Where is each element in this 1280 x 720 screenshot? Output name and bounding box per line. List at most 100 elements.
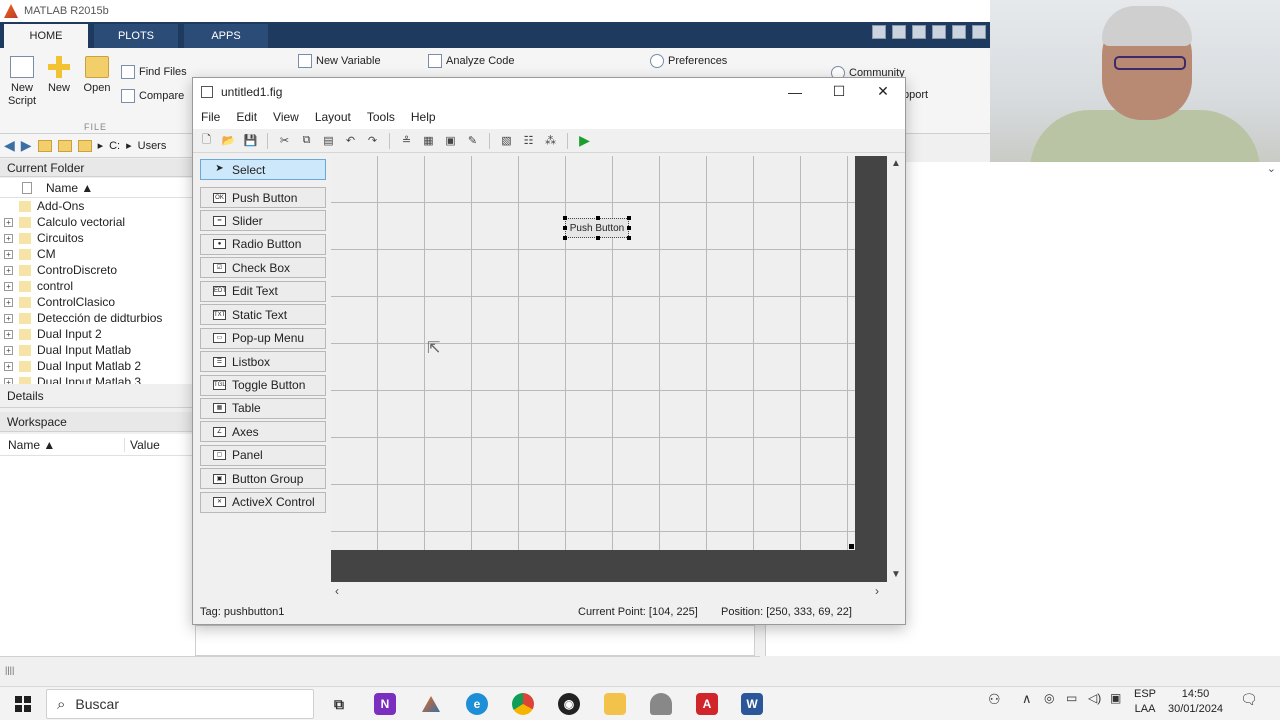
find-files-button[interactable]: Find Files — [121, 65, 187, 79]
scroll-left-icon[interactable]: ‹ — [335, 584, 339, 598]
new-script-button[interactable]: New Script — [6, 56, 38, 108]
resize-handle[interactable] — [563, 216, 567, 220]
folder-list-item[interactable]: + control — [0, 278, 195, 294]
expand-icon[interactable]: + — [4, 281, 13, 291]
palette-radio-button[interactable]: ● Radio Button — [200, 233, 326, 255]
menu-view[interactable]: View — [273, 110, 299, 124]
acrobat-icon[interactable]: A — [696, 693, 718, 715]
folder-list-item[interactable]: + Calculo vectorial — [0, 214, 195, 230]
folder-list-item[interactable]: + Dual Input Matlab — [0, 342, 195, 358]
file-explorer-icon[interactable] — [604, 693, 626, 715]
folder-list-item[interactable]: + ControlClasico — [0, 294, 195, 310]
path-drive[interactable]: C: — [109, 140, 120, 152]
folder-list-item[interactable]: + Dual Input Matlab 3 — [0, 374, 195, 384]
ws-name-column[interactable]: Name ▲ — [0, 437, 125, 452]
resize-handle[interactable] — [596, 216, 600, 220]
new-variable-button[interactable]: New Variable — [298, 54, 381, 68]
horizontal-scrollbar[interactable]: ‹ › — [331, 582, 887, 600]
paste-icon[interactable]: ▤ — [319, 132, 338, 150]
redo-icon[interactable]: ↷ — [363, 132, 382, 150]
tray-chevron-icon[interactable]: ∧ — [1022, 691, 1032, 707]
editor-icon[interactable]: ▧ — [497, 132, 516, 150]
copy-icon[interactable]: ⧉ — [297, 132, 316, 150]
paste-icon[interactable] — [952, 25, 966, 39]
copy-icon[interactable] — [932, 25, 946, 39]
search-docs-icon[interactable] — [872, 25, 886, 39]
save-icon[interactable]: 💾 — [241, 132, 260, 150]
palette-slider[interactable]: ━ Slider — [200, 210, 326, 232]
obs-icon[interactable]: ◉ — [558, 693, 580, 715]
palette-axes[interactable]: ∠ Axes — [200, 421, 326, 443]
expand-icon[interactable]: + — [4, 249, 13, 259]
windows-start-icon[interactable] — [15, 696, 31, 712]
palette-table[interactable]: ▦ Table — [200, 397, 326, 419]
expand-icon[interactable]: + — [4, 233, 13, 243]
palette-check-box[interactable]: ☑ Check Box — [200, 257, 326, 279]
network-icon[interactable]: ▣ — [1110, 691, 1121, 705]
people-icon[interactable]: ⚇ — [988, 691, 1001, 708]
layout-grid[interactable]: Push Button ⇱ — [331, 156, 855, 550]
new-button[interactable]: New — [46, 56, 72, 95]
resize-handle[interactable] — [627, 226, 631, 230]
layout-area[interactable]: Push Button ⇱ — [331, 156, 887, 582]
palette-listbox[interactable]: ☰ Listbox — [200, 351, 326, 373]
save-icon[interactable] — [892, 25, 906, 39]
tab-home[interactable]: HOME — [4, 24, 88, 48]
menu-tools[interactable]: Tools — [367, 110, 395, 124]
folder-list-item[interactable]: + Circuitos — [0, 230, 195, 246]
canvas-push-button[interactable]: Push Button — [563, 216, 631, 240]
align-objects-icon[interactable]: ≗ — [397, 132, 416, 150]
minimize-icon[interactable]: — — [773, 78, 817, 105]
support-label[interactable]: pport — [903, 89, 928, 101]
ws-value-column[interactable]: Value — [125, 438, 160, 452]
palette-panel[interactable]: ▢ Panel — [200, 444, 326, 466]
tab-plots[interactable]: PLOTS — [94, 24, 178, 48]
menu-help[interactable]: Help — [411, 110, 436, 124]
cut-icon[interactable]: ✂ — [275, 132, 294, 150]
maximize-icon[interactable]: ☐ — [817, 78, 861, 105]
microphone-icon[interactable] — [650, 693, 672, 715]
palette-toggle-button[interactable]: TGL Toggle Button — [200, 374, 326, 396]
folder-list-item[interactable]: + Detección de didturbios — [0, 310, 195, 326]
expand-icon[interactable]: + — [4, 297, 13, 307]
property-inspector-icon[interactable]: ☷ — [519, 132, 538, 150]
undo-icon[interactable]: ↶ — [341, 132, 360, 150]
input-language[interactable]: ESP LAA — [1134, 687, 1156, 717]
task-view-icon[interactable]: ⧉ — [328, 693, 350, 715]
taskbar-clock[interactable]: 14:50 30/01/2024 — [1168, 687, 1223, 717]
compare-button[interactable]: Compare — [121, 89, 184, 103]
folder-list-item[interactable]: + Dual Input 2 — [0, 326, 195, 342]
close-icon[interactable]: ✕ — [861, 78, 905, 105]
figure-resize-corner[interactable] — [849, 544, 854, 549]
expand-icon[interactable]: + — [4, 217, 13, 227]
expand-icon[interactable]: + — [4, 345, 13, 355]
resize-handle[interactable] — [627, 236, 631, 240]
palette-button-group[interactable]: ▣ Button Group — [200, 468, 326, 490]
new-icon[interactable]: 🗋 — [197, 132, 216, 150]
resize-handle[interactable] — [627, 216, 631, 220]
palette-select[interactable]: ➤ Select — [200, 159, 326, 180]
object-browser-icon[interactable]: ⁂ — [541, 132, 560, 150]
palette-static-text[interactable]: TXT Static Text — [200, 304, 326, 326]
command-window[interactable] — [195, 625, 755, 656]
chrome-icon[interactable] — [512, 693, 534, 715]
undo-icon[interactable] — [972, 25, 986, 39]
folder-up-icon[interactable] — [37, 139, 52, 152]
notifications-icon[interactable]: 🗨 — [1240, 691, 1258, 708]
expand-icon[interactable]: + — [4, 265, 13, 275]
word-icon[interactable]: W — [741, 693, 763, 715]
analyze-code-button[interactable]: Analyze Code — [428, 54, 515, 68]
menu-file[interactable]: File — [201, 110, 220, 124]
open-button[interactable]: Open — [82, 56, 112, 95]
folder-list-item[interactable]: Add-Ons — [0, 198, 195, 214]
preferences-button[interactable]: Preferences — [650, 54, 727, 68]
expand-icon[interactable]: + — [4, 313, 13, 323]
menu-edit[interactable]: Edit — [236, 110, 257, 124]
onenote-icon[interactable]: N — [374, 693, 396, 715]
resize-handle[interactable] — [596, 236, 600, 240]
scroll-up-icon[interactable]: ▲ — [891, 158, 901, 169]
cf-name-column[interactable]: Name ▲ — [46, 181, 93, 195]
toolbar-editor-icon[interactable]: ✎ — [463, 132, 482, 150]
tab-order-icon[interactable]: ▣ — [441, 132, 460, 150]
volume-icon[interactable]: ◁) — [1088, 691, 1101, 705]
